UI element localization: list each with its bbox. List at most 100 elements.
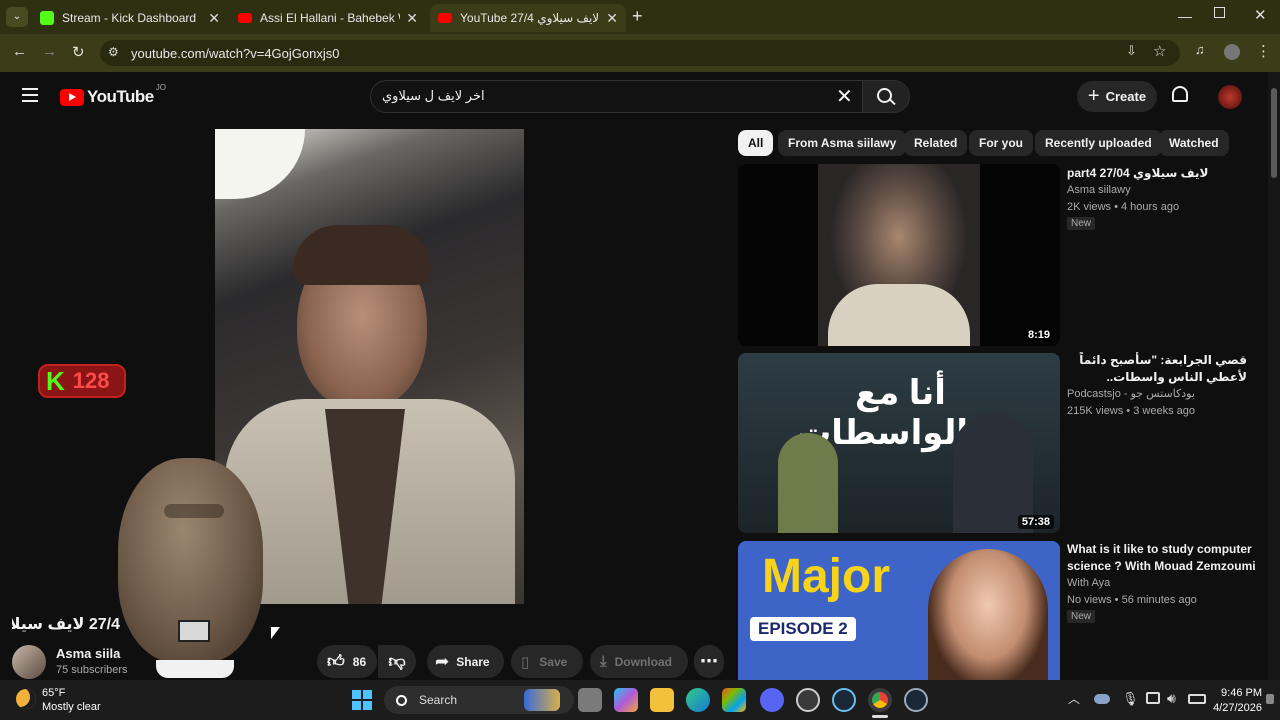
hamburger-menu-icon[interactable] (22, 88, 38, 102)
related-thumbnail-2[interactable]: أنا مع الواسطات 57:38 (738, 353, 1060, 533)
youtube-logo[interactable]: YouTube JO (60, 83, 166, 107)
download-icon: ⤓ (600, 653, 607, 670)
page-scrollbar[interactable] (1268, 72, 1280, 680)
notifications-bell-icon[interactable] (1172, 86, 1188, 102)
thumbnail-person-left (778, 433, 838, 533)
chip-recently-uploaded[interactable]: Recently uploaded (1035, 130, 1162, 156)
tab-title: YouTube 27/4 لايف سيلاوي (460, 11, 600, 25)
new-badge: New (1067, 217, 1096, 230)
media-controls-icon[interactable]: ♫ (1195, 42, 1205, 57)
save-button[interactable]: ▯ Save (511, 645, 583, 678)
subscriber-count: 75 subscribers (56, 664, 128, 676)
steam-alt-icon[interactable] (904, 688, 928, 712)
obs-icon[interactable] (796, 688, 820, 712)
task-view-icon[interactable] (578, 688, 602, 712)
clear-search-icon[interactable]: ✕ (836, 84, 853, 109)
close-tab-icon[interactable]: ✕ (208, 10, 220, 27)
thumbnail-subtext: EPISODE 2 (750, 617, 856, 641)
related-title-1[interactable]: part4 27/04 لايف سيلاوي (1067, 165, 1257, 182)
related-title-3[interactable]: What is it like to study computer scienc… (1067, 541, 1257, 575)
tab-youtube-current[interactable]: YouTube 27/4 لايف سيلاوي ✕ (430, 4, 626, 32)
share-icon: ➦ (435, 651, 450, 671)
weather-desc: Mostly clear (42, 701, 101, 713)
weather-moon-icon[interactable] (16, 689, 36, 709)
create-button[interactable]: + Create (1077, 81, 1157, 112)
related-thumbnail-3[interactable]: Major EPISODE 2 (738, 541, 1060, 680)
create-label: Create (1105, 89, 1147, 104)
install-app-icon[interactable]: ⇩ (1126, 43, 1137, 59)
tab-list-button[interactable]: ⌄ (6, 7, 28, 27)
related-meta-2: 215K views • 3 weeks ago (1067, 405, 1195, 417)
chip-from-channel[interactable]: From Asma siilawy (778, 130, 907, 156)
chrome-icon[interactable] (868, 688, 892, 712)
scrollbar-thumb[interactable] (1271, 88, 1277, 178)
store-icon[interactable] (722, 688, 746, 712)
chip-related[interactable]: Related (904, 130, 968, 156)
tab-assi-el-hallani[interactable]: Assi El Hallani - Bahebek We Bgh ✕ (230, 4, 426, 32)
taskbar-search-box[interactable]: Search (384, 686, 574, 714)
profile-avatar-icon[interactable] (1224, 44, 1240, 60)
forward-icon[interactable]: → (42, 43, 57, 60)
browser-menu-icon[interactable]: ⋮ (1256, 42, 1271, 60)
related-meta-1: 2K views • 4 hours ago (1067, 201, 1180, 213)
minimize-icon[interactable]: — (1178, 8, 1192, 24)
download-button[interactable]: ⤓ Download (590, 645, 688, 678)
dislike-button[interactable]: 👎︎ (378, 645, 416, 678)
bookmark-icon: ▯ (521, 653, 530, 671)
related-channel-1[interactable]: Asma siilawy (1067, 182, 1131, 199)
more-actions-button[interactable]: ⋯ (694, 645, 724, 678)
more-horizontal-icon: ⋯ (700, 651, 718, 671)
clock-date[interactable]: 4/27/2026 (1204, 702, 1262, 714)
mouse-cursor-icon (271, 627, 280, 639)
copilot-icon[interactable] (614, 688, 638, 712)
search-input[interactable]: اخر لايف ل سيلاوي (382, 88, 485, 104)
youtube-play-icon (60, 88, 84, 106)
close-tab-icon[interactable]: ✕ (606, 10, 618, 27)
youtube-icon (238, 13, 252, 23)
file-explorer-icon[interactable] (650, 688, 674, 712)
chip-all[interactable]: All (738, 130, 774, 156)
show-hidden-icons[interactable]: ︿ (1068, 690, 1080, 707)
weather-temp: 65°F (42, 687, 66, 699)
related-channel-3[interactable]: With Aya (1067, 575, 1110, 592)
volume-icon[interactable]: 🔊︎ (1167, 690, 1176, 707)
network-icon[interactable] (1146, 692, 1160, 704)
video-duration: 57:38 (1017, 515, 1054, 529)
site-info-icon[interactable]: ⚙ (108, 45, 119, 59)
window-close-icon[interactable]: ✕ (1254, 6, 1267, 24)
close-tab-icon[interactable]: ✕ (406, 10, 418, 27)
maximize-icon[interactable] (1214, 7, 1225, 18)
notification-center-icon[interactable] (1266, 694, 1274, 704)
related-channel-2[interactable]: Podcastsjo - بودكاستس جو (1067, 386, 1195, 403)
like-count: 86 (352, 654, 367, 669)
channel-avatar[interactable] (12, 645, 46, 679)
steam-icon[interactable] (832, 688, 856, 712)
download-label: Download (614, 654, 672, 669)
related-thumbnail-1[interactable]: 8:19 (738, 164, 1060, 346)
like-button[interactable]: 👍︎ 86 (317, 645, 377, 678)
share-label: Share (456, 654, 490, 669)
chip-for-you[interactable]: For you (969, 130, 1033, 156)
clock-time[interactable]: 9:46 PM (1212, 687, 1262, 699)
related-title-2[interactable]: قصي الجرابعة: "سأصبح دائماً لأعطي الناس … (1067, 352, 1247, 386)
account-avatar[interactable] (1218, 85, 1242, 109)
tab-kick-dashboard[interactable]: Stream - Kick Dashboard ✕ (32, 4, 228, 32)
thumbs-up-icon: 👍︎ (327, 652, 345, 671)
discord-icon[interactable] (760, 688, 784, 712)
potato-eyes (164, 504, 224, 518)
back-icon[interactable]: ← (12, 43, 27, 60)
chip-watched[interactable]: Watched (1159, 130, 1229, 156)
subscribe-button[interactable] (156, 660, 234, 678)
edge-icon[interactable] (686, 688, 710, 712)
bookmark-star-icon[interactable]: ☆ (1153, 42, 1166, 60)
new-tab-icon[interactable]: + (632, 6, 643, 27)
reload-icon[interactable]: ↻ (72, 43, 85, 61)
start-windows-icon[interactable] (352, 690, 372, 710)
youtube-icon (438, 13, 452, 23)
channel-name[interactable]: Asma siila (56, 646, 120, 661)
related-meta-3: No views • 56 minutes ago (1067, 594, 1197, 606)
tab-title: Assi El Hallani - Bahebek We Bgh (260, 11, 400, 25)
share-button[interactable]: ➦ Share (427, 645, 504, 678)
onedrive-icon[interactable] (1094, 694, 1110, 704)
microphone-icon[interactable]: 🎙︎ (1122, 691, 1139, 707)
